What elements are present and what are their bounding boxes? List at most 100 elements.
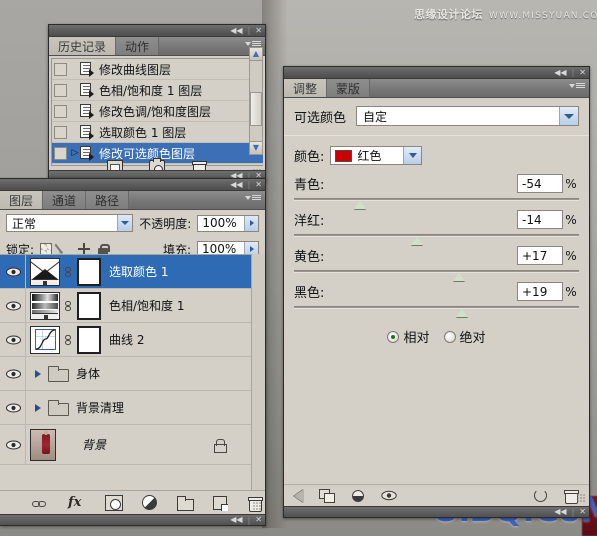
- scroll-up-icon[interactable]: ▲: [250, 48, 262, 61]
- layer-mask-thumbnail[interactable]: [77, 325, 101, 354]
- slider-unit: %: [565, 284, 577, 299]
- adjustments-panel-tabrow: 调整 蒙版: [284, 79, 589, 98]
- slider-value-input[interactable]: -14: [517, 210, 563, 229]
- close-icon-bottom[interactable]: ✕: [255, 516, 262, 524]
- radio-button-icon[interactable]: [387, 330, 400, 343]
- layer-style-fx-icon[interactable]: fx: [68, 495, 86, 511]
- adjustment-title-row: 可选颜色 自定: [284, 98, 589, 126]
- history-snapshot-checkbox[interactable]: [54, 62, 67, 76]
- history-snapshot-checkbox[interactable]: [54, 125, 67, 139]
- layer-visibility-eye-icon[interactable]: [2, 255, 26, 288]
- layer-row-group-background-cleanup[interactable]: 背景清理: [0, 391, 251, 425]
- layer-visibility-eye-icon[interactable]: [2, 323, 26, 356]
- slider-thumb[interactable]: [410, 237, 423, 245]
- collapse-icon-bottom[interactable]: ◀◀: [230, 516, 242, 524]
- mask-link-icon[interactable]: [63, 334, 72, 345]
- tab-history[interactable]: 历史记录: [49, 37, 117, 55]
- group-disclosure-triangle-icon[interactable]: [32, 403, 44, 412]
- layer-visibility-eye-icon[interactable]: [2, 425, 26, 464]
- history-item[interactable]: 色相/饱和度 1 图层: [52, 80, 263, 101]
- chevron-down-icon[interactable]: [403, 147, 422, 164]
- radio-relative[interactable]: 相对: [387, 327, 430, 346]
- opacity-input[interactable]: 100%: [197, 214, 259, 232]
- slider-label: 黄色:: [294, 250, 325, 265]
- history-item[interactable]: 修改色调/饱和度图层: [52, 101, 263, 122]
- chevron-down-icon[interactable]: [117, 215, 133, 231]
- watermark-top-url: WWW.MISSYUAN.COM: [489, 11, 597, 21]
- color-channel-select[interactable]: 红色: [330, 146, 423, 165]
- collapse-icon[interactable]: ◀◀: [230, 26, 242, 35]
- tab-layers[interactable]: 图层: [0, 191, 44, 209]
- layer-row-background[interactable]: 背景: [0, 425, 251, 465]
- layer-row-selective-color[interactable]: 选取颜色 1: [0, 255, 251, 289]
- layer-mask-thumbnail[interactable]: [77, 257, 101, 286]
- tab-channels[interactable]: 通道: [43, 191, 87, 209]
- mask-link-icon[interactable]: [63, 266, 72, 277]
- close-icon[interactable]: ✕: [255, 180, 262, 189]
- radio-absolute[interactable]: 绝对: [443, 327, 486, 346]
- history-snapshot-checkbox[interactable]: [54, 83, 67, 97]
- new-layer-icon[interactable]: [213, 495, 228, 511]
- adjustments-panel-menu-icon[interactable]: [569, 83, 585, 88]
- new-group-icon[interactable]: [176, 495, 194, 511]
- history-snapshot-checkbox[interactable]: [54, 104, 67, 118]
- clip-to-layer-icon[interactable]: [319, 488, 335, 503]
- history-item[interactable]: 选取颜色 1 图层: [52, 122, 263, 143]
- opacity-stepper-icon[interactable]: [244, 215, 258, 231]
- layer-thumbnail[interactable]: [30, 291, 60, 320]
- collapse-icon[interactable]: ◀◀: [230, 180, 242, 189]
- adjustments-resize-grip[interactable]: [577, 494, 586, 503]
- mask-link-icon[interactable]: [63, 300, 72, 311]
- layers-panel-menu-icon[interactable]: [245, 195, 261, 200]
- close-icon-bottom[interactable]: ✕: [579, 508, 586, 516]
- slider-thumb[interactable]: [456, 309, 469, 317]
- close-icon[interactable]: ✕: [255, 26, 262, 35]
- chevron-down-icon[interactable]: [559, 107, 578, 125]
- slider-value-input[interactable]: +17: [517, 246, 563, 265]
- slider-track[interactable]: [294, 198, 579, 209]
- layer-row-hue-saturation[interactable]: 色相/饱和度 1: [0, 289, 251, 323]
- layer-visibility-eye-icon[interactable]: [2, 289, 26, 322]
- collapse-icon[interactable]: ◀◀: [554, 68, 566, 77]
- add-mask-icon[interactable]: [105, 494, 123, 511]
- toggle-layer-view-icon[interactable]: [350, 488, 366, 503]
- new-adjustment-layer-icon[interactable]: [142, 495, 157, 510]
- tab-masks[interactable]: 蒙版: [327, 79, 371, 97]
- collapse-icon-bottom[interactable]: ◀◀: [554, 508, 566, 516]
- menu-bars-icon: [252, 41, 261, 46]
- preset-select[interactable]: 自定: [356, 106, 579, 126]
- group-disclosure-triangle-icon[interactable]: [32, 369, 44, 378]
- layer-row-group-body[interactable]: 身体: [0, 357, 251, 391]
- slider-track[interactable]: [294, 270, 579, 281]
- layer-visibility-eye-icon[interactable]: [2, 357, 26, 390]
- blend-mode-select[interactable]: 正常: [6, 214, 134, 232]
- radio-button-icon[interactable]: [443, 330, 456, 343]
- slider-track[interactable]: [294, 306, 579, 317]
- layer-thumbnail[interactable]: [30, 257, 60, 286]
- layer-mask-thumbnail[interactable]: [77, 291, 101, 320]
- slider-value-input[interactable]: -54: [517, 174, 563, 193]
- tab-actions[interactable]: 动作: [116, 37, 160, 55]
- slider-track[interactable]: [294, 234, 579, 245]
- tab-paths[interactable]: 路径: [86, 191, 130, 209]
- history-panel-menu-icon[interactable]: [245, 41, 261, 46]
- history-item[interactable]: 修改曲线图层: [52, 59, 263, 80]
- scrollbar-thumb[interactable]: [250, 92, 262, 126]
- layer-thumbnail[interactable]: [30, 325, 60, 354]
- slider-value-input[interactable]: +19: [517, 282, 563, 301]
- layer-thumbnail[interactable]: [30, 428, 56, 461]
- layer-row-curves[interactable]: 曲线 2: [0, 323, 251, 357]
- layers-resize-grip[interactable]: [253, 502, 262, 511]
- close-icon[interactable]: ✕: [579, 68, 586, 77]
- layer-visibility-eye-icon[interactable]: [2, 391, 26, 424]
- slider-thumb[interactable]: [453, 273, 466, 281]
- layers-scrollbar[interactable]: [251, 254, 265, 490]
- back-arrow-icon[interactable]: [294, 488, 304, 503]
- history-scrollbar[interactable]: ▲ ▼: [249, 47, 263, 155]
- reset-icon[interactable]: [532, 488, 548, 503]
- slider-thumb[interactable]: [353, 201, 366, 209]
- scroll-down-icon[interactable]: ▼: [250, 141, 262, 154]
- tab-adjustments[interactable]: 调整: [284, 79, 328, 97]
- eye-visibility-icon[interactable]: [381, 488, 397, 503]
- link-layers-icon[interactable]: [31, 495, 49, 511]
